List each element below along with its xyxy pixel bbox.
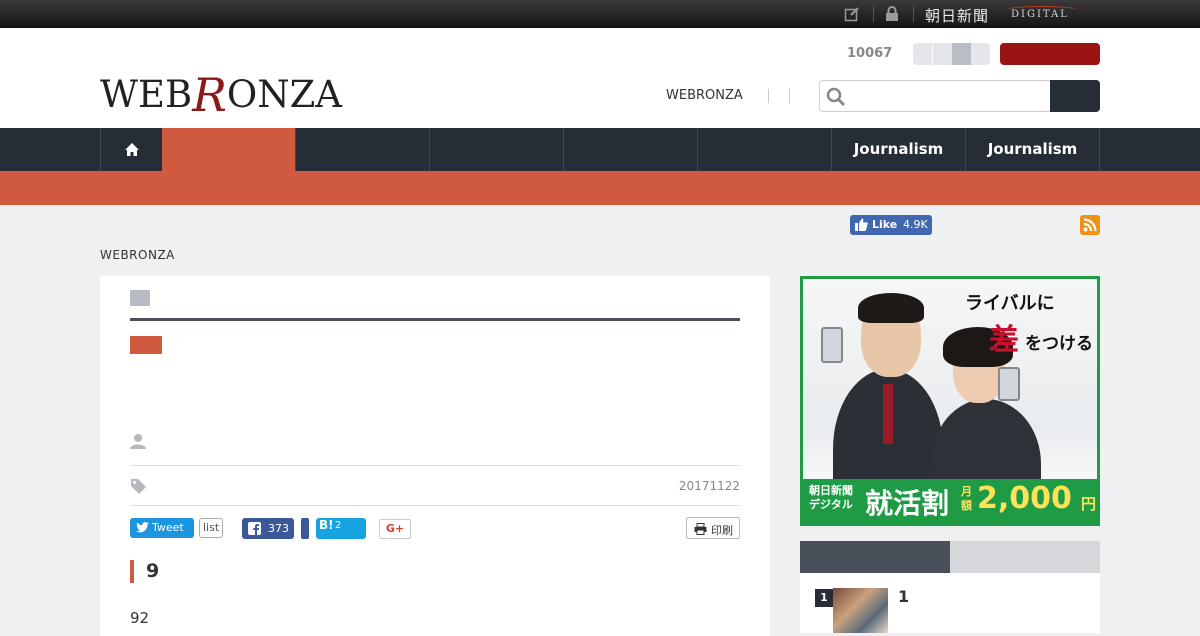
author-icon	[130, 433, 146, 453]
ad-band-title: 就活割	[865, 487, 950, 520]
sub-nav-bar	[0, 171, 1200, 205]
title-divider	[130, 318, 740, 321]
print-button[interactable]: 印刷	[686, 517, 740, 539]
category-tag[interactable]	[130, 290, 150, 306]
ranking-title[interactable]: 1	[898, 587, 909, 606]
edit-icon[interactable]	[844, 6, 860, 22]
printer-icon	[694, 523, 707, 538]
font-size-xlarge[interactable]	[971, 43, 990, 65]
hatena-label: B!	[319, 518, 334, 532]
article-date: 20171122	[678, 479, 740, 493]
article-body: 92	[130, 609, 150, 627]
ad-headline-accent: 差	[989, 323, 1019, 358]
ad-band-month: 月 額	[961, 485, 972, 512]
header-divider	[768, 89, 769, 103]
lock-icon[interactable]	[884, 6, 900, 22]
label-badge[interactable]	[130, 336, 162, 354]
search-icon	[826, 87, 846, 111]
header-divider	[789, 89, 790, 103]
fb-like-count: 4.9K	[903, 218, 928, 231]
hatena-count: 2	[335, 520, 342, 531]
logo-prefix: WEB	[100, 73, 193, 116]
nav-item-3[interactable]	[429, 128, 563, 171]
nav-item-label: Journalism	[987, 140, 1078, 158]
twitter-bird-icon	[136, 522, 149, 536]
thumbs-up-icon	[855, 218, 868, 234]
article-card: 20171122 Tweet list 373 B! 2 G+ 印刷 9 92	[100, 276, 770, 636]
ad-price-band: 朝日新聞 デジタル 就活割 月 額 2,000 円	[803, 479, 1097, 523]
topbar-divider	[913, 6, 914, 22]
print-label: 印刷	[711, 524, 733, 537]
ad-phone-left	[821, 327, 843, 363]
logo-r: R	[192, 68, 227, 122]
tweet-count[interactable]: list	[199, 518, 224, 538]
top-bar: 朝日新聞 DIGITAL	[0, 0, 1200, 28]
nav-item-4[interactable]	[563, 128, 697, 171]
nav-item-5[interactable]	[697, 128, 831, 171]
ranking-tabs	[800, 541, 1100, 573]
ranking-thumbnail[interactable]	[833, 588, 888, 633]
facebook-share-button[interactable]: 373	[242, 518, 294, 539]
font-size-small[interactable]	[913, 43, 932, 65]
login-button[interactable]	[1000, 43, 1100, 65]
search-box	[819, 80, 1051, 112]
logo-suffix: ONZA	[226, 73, 343, 116]
ad-headline-suffix: をつける	[1025, 334, 1093, 354]
ad-band-unit: 円	[1081, 495, 1097, 513]
ad-hair-man	[858, 293, 924, 323]
nav-item-6[interactable]: Journalism	[831, 128, 965, 171]
asahi-brand[interactable]: 朝日新聞	[925, 5, 989, 26]
ranking-number: 1	[815, 589, 833, 607]
digital-label[interactable]: DIGITAL	[1011, 9, 1069, 20]
rss-icon[interactable]	[1080, 215, 1100, 235]
nav-item-1[interactable]	[162, 128, 295, 171]
tweet-button[interactable]: Tweet	[130, 518, 194, 538]
ad-band-brand: 朝日新聞 デジタル	[809, 484, 853, 511]
section-heading: 9	[130, 560, 159, 583]
member-count: 10067	[847, 46, 893, 61]
divider	[130, 505, 740, 506]
search-button[interactable]	[1050, 80, 1100, 112]
divider	[130, 465, 740, 466]
nav-item-journalism[interactable]: Journalism	[965, 128, 1100, 171]
main-nav: Journalism Journalism	[0, 128, 1200, 171]
google-plus-button[interactable]: G+	[379, 519, 411, 539]
search-input[interactable]	[854, 81, 1044, 109]
ad-band-price: 2,000	[977, 481, 1072, 516]
topbar-divider	[873, 6, 874, 22]
advertisement-banner[interactable]: ライバルに 差 をつける 朝日新聞 デジタル 就活割 月 額 2,000 円	[800, 276, 1100, 526]
fb-like-label: Like	[872, 218, 898, 231]
nav-item-label: Journalism	[853, 140, 944, 158]
breadcrumb[interactable]: WEBRONZA	[100, 248, 175, 262]
hatena-bookmark-button[interactable]: B! 2	[316, 518, 366, 539]
home-icon	[124, 142, 140, 161]
font-size-medium[interactable]	[933, 43, 952, 65]
facebook-icon	[248, 522, 261, 538]
ranking-tab-inactive[interactable]	[950, 541, 1100, 573]
site-header: WEBRONZA 10067 WEBRONZA	[0, 28, 1200, 128]
ranking-tab-active[interactable]	[800, 541, 950, 573]
ranking-list: 1 1	[800, 573, 1100, 633]
font-size-large[interactable]	[952, 43, 971, 65]
tag-icon	[130, 478, 147, 499]
ad-tie	[883, 384, 893, 444]
facebook-like-button[interactable]: Like 4.9K	[850, 215, 932, 235]
fb-share-count: 373	[268, 522, 289, 535]
ad-headline: ライバルに	[965, 293, 1055, 314]
webronza-logo[interactable]: WEBRONZA	[100, 64, 343, 122]
ad-phone-right	[998, 367, 1020, 401]
tweet-label: Tweet	[152, 521, 184, 534]
nav-item-home[interactable]	[100, 128, 162, 171]
facebook-share-counter-tail	[301, 518, 309, 539]
nav-item-2[interactable]	[295, 128, 429, 171]
header-link-webronza[interactable]: WEBRONZA	[666, 88, 743, 103]
